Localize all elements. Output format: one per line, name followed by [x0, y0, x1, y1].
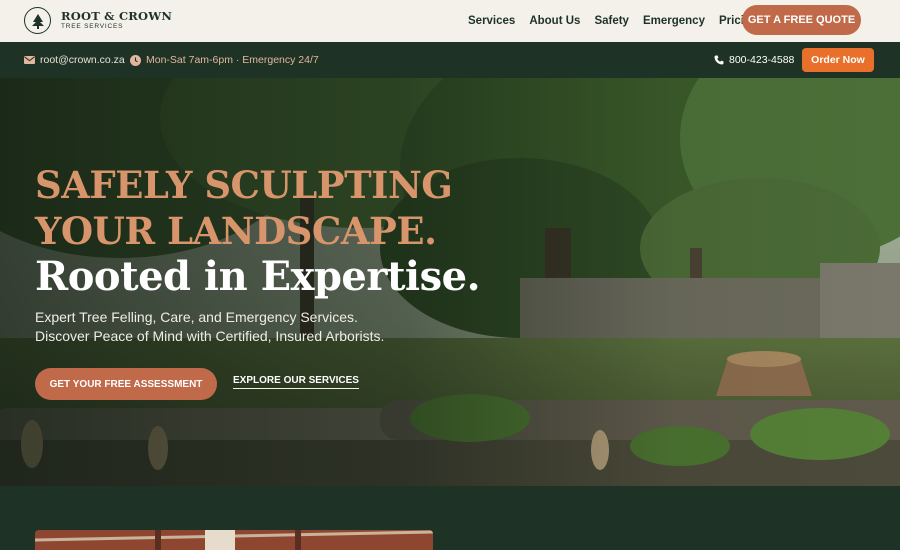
logo-name: ROOT & CROWN	[61, 9, 173, 23]
logo-tagline: TREE SERVICES	[61, 22, 124, 30]
explore-services-link[interactable]: EXPLORE OUR SERVICES	[233, 375, 359, 389]
order-now-button[interactable]: Order Now	[802, 48, 874, 72]
email-text: root@crown.co.za	[40, 54, 125, 66]
get-free-quote-button[interactable]: GET A FREE QUOTE	[742, 5, 861, 35]
hours-info: Mon-Sat 7am-6pm · Emergency 24/7	[130, 42, 319, 78]
hero-subtext-line1: Expert Tree Felling, Care, and Emergency…	[35, 309, 358, 325]
hero-headline-line3: Rooted in Expertise.	[35, 253, 481, 300]
nav-about-us[interactable]: About Us	[529, 15, 580, 27]
site-header: ROOT & CROWN TREE SERVICES Services Abou…	[0, 0, 900, 42]
main-nav: Services About Us Safety Emergency Prici…	[468, 0, 772, 42]
hero-headline-line2: YOUR LANDSCAPE.	[35, 209, 437, 253]
tree-icon	[24, 7, 51, 34]
hero-headline-line1: SAFELY SCULPTING	[35, 163, 453, 207]
contact-bar: root@crown.co.za Mon-Sat 7am-6pm · Emerg…	[0, 42, 900, 78]
nav-services[interactable]: Services	[468, 15, 515, 27]
free-assessment-button[interactable]: GET YOUR FREE ASSESSMENT	[35, 368, 217, 400]
phone-text: 800-423-4588	[729, 54, 795, 66]
email-link[interactable]: root@crown.co.za	[24, 42, 125, 78]
hero-section: SAFELY SCULPTING YOUR LANDSCAPE. Rooted …	[0, 78, 900, 486]
hero-headline-accent: SAFELY SCULPTING YOUR LANDSCAPE.	[35, 162, 453, 254]
clock-icon	[130, 54, 141, 66]
nav-safety[interactable]: Safety	[594, 15, 629, 27]
phone-icon	[714, 55, 724, 65]
phone-link[interactable]: 800-423-4588	[714, 42, 794, 78]
brand-logo[interactable]: ROOT & CROWN TREE SERVICES	[24, 7, 172, 34]
section-preview-image	[35, 530, 433, 550]
hero-subtext: Expert Tree Felling, Care, and Emergency…	[35, 308, 384, 346]
hero-subtext-line2: Discover Peace of Mind with Certified, I…	[35, 328, 385, 344]
envelope-icon	[24, 56, 35, 64]
nav-emergency[interactable]: Emergency	[643, 15, 705, 27]
services-section	[0, 486, 900, 550]
hours-text: Mon-Sat 7am-6pm · Emergency 24/7	[146, 54, 319, 66]
